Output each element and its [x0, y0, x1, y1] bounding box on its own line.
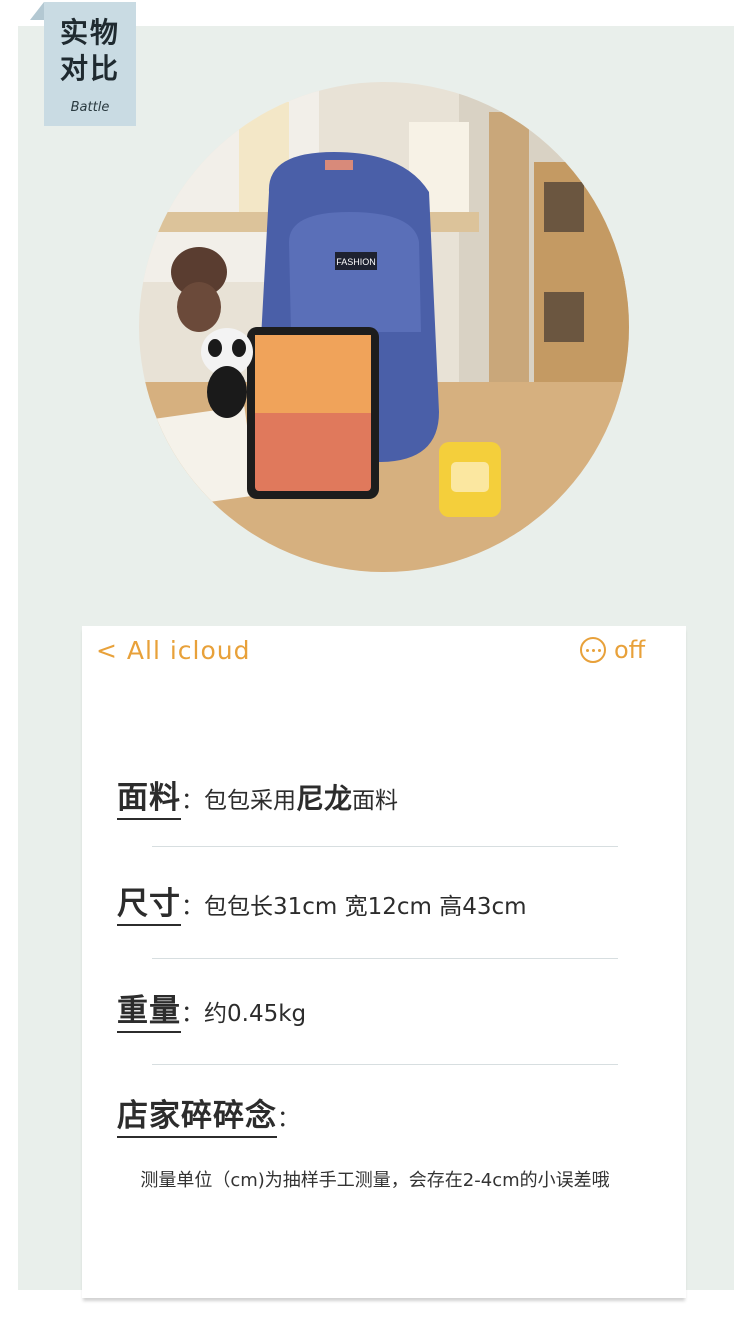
off-label: off	[614, 636, 646, 664]
material-row: 面料：包包采用尼龙面料	[117, 772, 399, 820]
shop-note-colon: ：	[277, 1106, 300, 1132]
size-colon: ：	[181, 894, 204, 920]
divider	[152, 1064, 618, 1065]
material-colon: ：	[181, 788, 204, 814]
shop-note-row: 店家碎碎念：	[117, 1090, 300, 1138]
back-to-icloud-link[interactable]: < All icloud	[96, 636, 250, 665]
more-icon[interactable]	[580, 637, 606, 663]
weight-colon: ：	[181, 1001, 204, 1027]
fashion-patch-label: FASHION	[336, 257, 376, 267]
comparison-tag: 实物 对比 Battle	[44, 2, 136, 126]
material-value-post: 面料	[352, 788, 399, 814]
material-value-pre: 包包采用	[204, 788, 296, 814]
material-label: 面料	[117, 780, 181, 820]
size-value: 包包长31cm 宽12cm 高43cm	[204, 894, 527, 920]
options-control[interactable]: off	[580, 636, 645, 664]
weight-label: 重量	[117, 993, 181, 1033]
material-highlight: 尼龙	[296, 782, 353, 815]
tag-subtitle: Battle	[70, 100, 110, 115]
backpack-scene-illustration: FASHION	[139, 82, 629, 572]
weight-row: 重量：约0.45kg	[117, 985, 307, 1033]
weight-value: 约0.45kg	[204, 1001, 307, 1027]
measurement-note: 测量单位（cm)为抽样手工测量，会存在2-4cm的小误差哦	[140, 1170, 610, 1191]
tag-fold	[30, 2, 44, 20]
info-card	[82, 626, 686, 1298]
divider	[152, 846, 618, 847]
divider	[152, 958, 618, 959]
size-row: 尺寸：包包长31cm 宽12cm 高43cm	[117, 878, 527, 926]
tag-line-1: 实物	[59, 16, 120, 49]
size-label: 尺寸	[117, 886, 181, 926]
shop-note-label: 店家碎碎念	[117, 1098, 277, 1138]
tag-line-2: 对比	[59, 52, 120, 85]
product-photo: FASHION	[139, 82, 629, 572]
